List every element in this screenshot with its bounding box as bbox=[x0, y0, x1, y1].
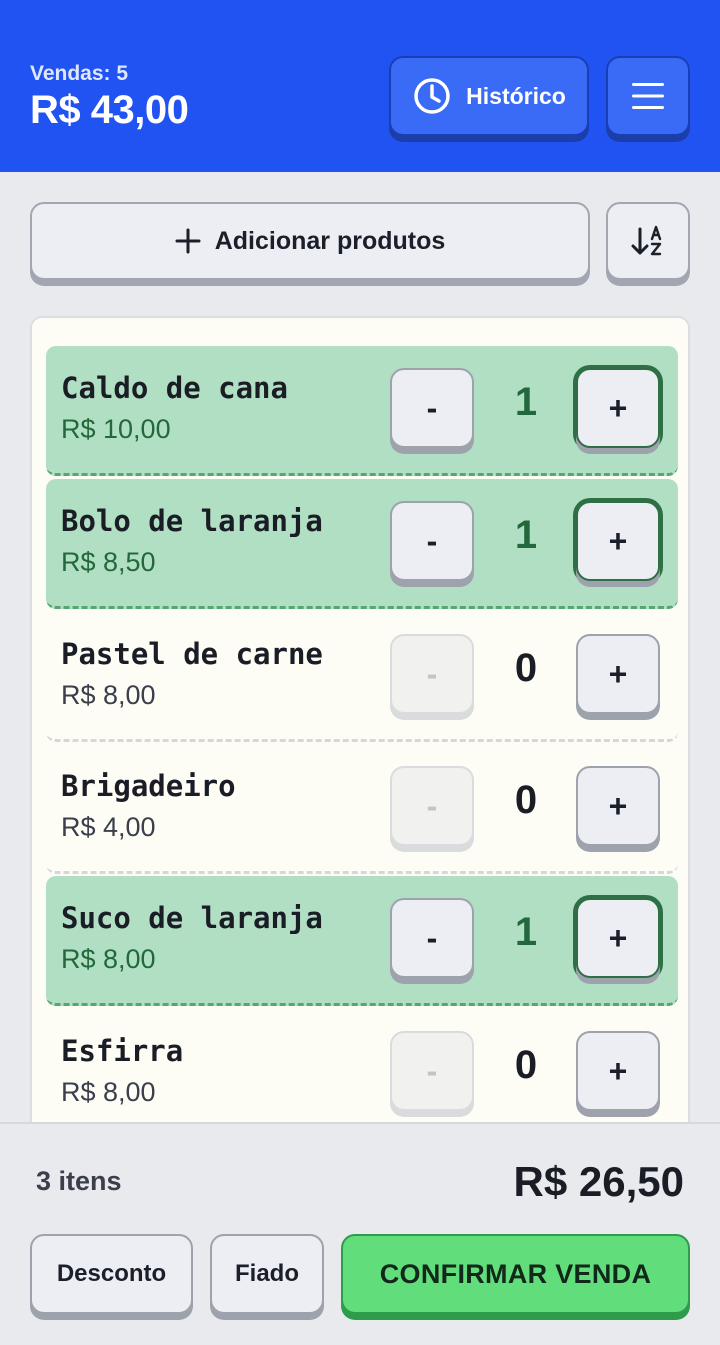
product-name: Caldo de cana bbox=[61, 371, 288, 405]
quantity-value: 1 bbox=[514, 513, 538, 557]
add-products-button[interactable]: Adicionar produtos bbox=[30, 202, 590, 280]
menu-button[interactable] bbox=[606, 56, 690, 136]
checkout-footer: 3 itens R$ 26,50 Desconto Fiado CONFIRMA… bbox=[0, 1122, 720, 1345]
history-label: Histórico bbox=[466, 82, 566, 109]
product-name: Pastel de carne bbox=[61, 637, 323, 671]
item-count: 3 itens bbox=[36, 1166, 122, 1196]
decrease-button[interactable]: - bbox=[390, 634, 474, 714]
hamburger-menu-icon bbox=[632, 83, 664, 109]
quantity-value: 1 bbox=[514, 380, 538, 424]
product-price: R$ 8,00 bbox=[61, 1077, 156, 1107]
discount-button[interactable]: Desconto bbox=[30, 1234, 193, 1314]
product-name: Suco de laranja bbox=[61, 901, 323, 935]
product-row: Brigadeiro R$ 4,00 - 0 + bbox=[46, 744, 678, 874]
product-price: R$ 10,00 bbox=[61, 414, 171, 444]
product-row: Esfirra R$ 8,00 - 0 + bbox=[46, 1009, 678, 1139]
confirm-sale-button[interactable]: CONFIRMAR VENDA bbox=[341, 1234, 690, 1314]
product-list[interactable]: Caldo de cana R$ 10,00 - 1 + Bolo de lar… bbox=[30, 316, 690, 1146]
sort-button[interactable] bbox=[606, 202, 690, 280]
sort-alpha-icon bbox=[631, 225, 662, 256]
quantity-value: 0 bbox=[514, 646, 538, 690]
increase-button[interactable]: + bbox=[576, 368, 660, 448]
increase-button[interactable]: + bbox=[576, 501, 660, 581]
product-price: R$ 8,50 bbox=[61, 547, 156, 577]
fiado-button[interactable]: Fiado bbox=[210, 1234, 324, 1314]
history-button[interactable]: Histórico bbox=[389, 56, 589, 136]
increase-button[interactable]: + bbox=[576, 766, 660, 846]
increase-button[interactable]: + bbox=[576, 634, 660, 714]
cart-total: R$ 26,50 bbox=[513, 1158, 684, 1205]
product-row: Bolo de laranja R$ 8,50 - 1 + bbox=[46, 479, 678, 609]
product-price: R$ 8,00 bbox=[61, 944, 156, 974]
product-name: Bolo de laranja bbox=[61, 504, 323, 538]
product-row: Caldo de cana R$ 10,00 - 1 + bbox=[46, 346, 678, 476]
product-price: R$ 8,00 bbox=[61, 680, 156, 710]
sales-total: R$ 43,00 bbox=[30, 88, 189, 132]
quantity-value: 1 bbox=[514, 910, 538, 954]
decrease-button[interactable]: - bbox=[390, 898, 474, 978]
decrease-button[interactable]: - bbox=[390, 766, 474, 846]
clock-icon bbox=[414, 78, 450, 114]
increase-button[interactable]: + bbox=[576, 898, 660, 978]
sales-count-label: Vendas: 5 bbox=[30, 62, 129, 85]
decrease-button[interactable]: - bbox=[390, 1031, 474, 1111]
quantity-value: 0 bbox=[514, 1043, 538, 1087]
product-row: Suco de laranja R$ 8,00 - 1 + bbox=[46, 876, 678, 1006]
product-row: Pastel de carne R$ 8,00 - 0 + bbox=[46, 612, 678, 742]
increase-button[interactable]: + bbox=[576, 1031, 660, 1111]
decrease-button[interactable]: - bbox=[390, 368, 474, 448]
product-name: Brigadeiro bbox=[61, 769, 236, 803]
add-products-label: Adicionar produtos bbox=[214, 226, 446, 255]
decrease-button[interactable]: - bbox=[390, 501, 474, 581]
quantity-value: 0 bbox=[514, 778, 538, 822]
product-name: Esfirra bbox=[61, 1034, 184, 1068]
plus-icon bbox=[175, 228, 201, 254]
app-header: Vendas: 5 R$ 43,00 Histórico bbox=[0, 0, 720, 172]
product-price: R$ 4,00 bbox=[61, 812, 156, 842]
